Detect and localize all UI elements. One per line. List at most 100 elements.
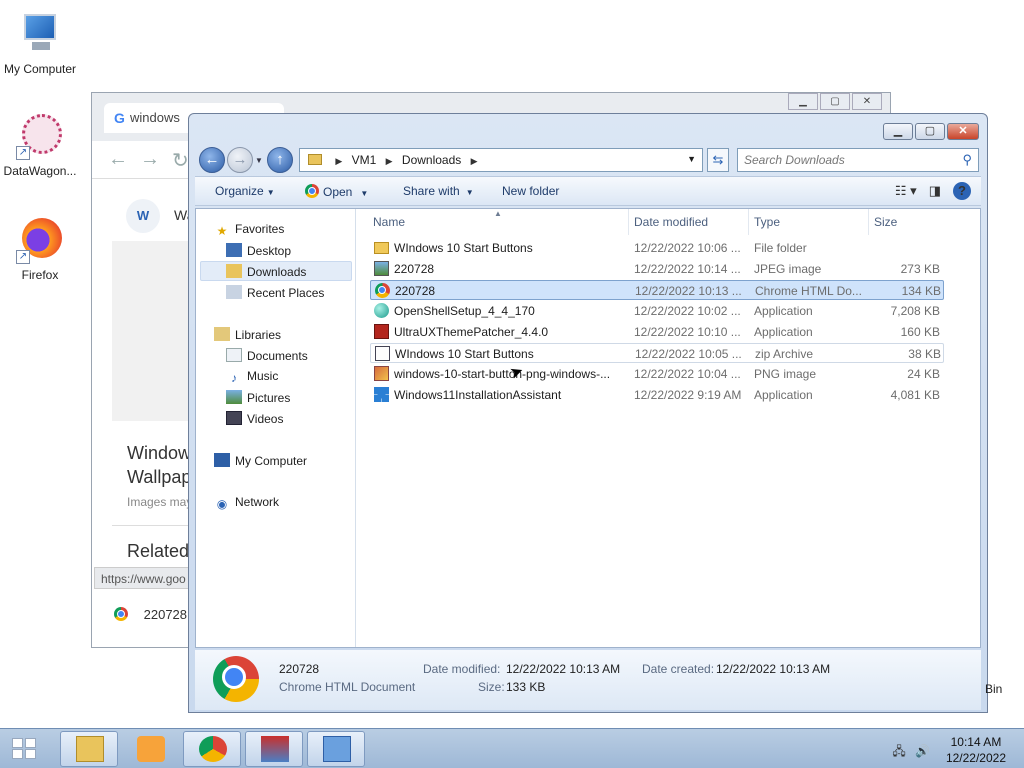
- taskbar-explorer[interactable]: [60, 731, 118, 767]
- nav-label: Libraries: [235, 328, 282, 342]
- start-button[interactable]: [12, 738, 38, 760]
- nav-libraries[interactable]: Libraries: [214, 327, 281, 342]
- column-divider[interactable]: [748, 209, 749, 235]
- chrome-icon: [114, 607, 128, 621]
- file-name: 220728: [395, 284, 436, 298]
- nav-documents[interactable]: Documents: [226, 348, 308, 363]
- command-bar: Organize ▼ Open ▼ Share with ▼ New folder ☷…: [195, 176, 981, 206]
- breadcrumb-separator-icon[interactable]: ▶: [386, 156, 393, 166]
- maximize-button[interactable]: ▢: [915, 123, 945, 140]
- back-arrow-icon[interactable]: ←: [108, 148, 128, 171]
- taskbar-media-player[interactable]: [121, 731, 179, 767]
- window-controls: ▁ ▢ ✕: [883, 123, 979, 140]
- dropdown-arrow-icon: ▼: [266, 188, 275, 197]
- headline-line: Wallpap: [127, 467, 192, 487]
- view-options-icon[interactable]: ☷ ▾: [895, 183, 917, 199]
- file-row[interactable]: UltraUXThemePatcher_4.4.0 12/22/2022 10:1…: [370, 322, 944, 342]
- nav-desktop[interactable]: Desktop: [226, 243, 291, 258]
- details-date-modified: 12/22/2022 10:13 AM: [506, 662, 621, 676]
- address-bar[interactable]: ▶ VM1 ▶ Downloads ▶ ▼: [299, 148, 703, 172]
- clock-time: 10:14 AM: [950, 735, 1002, 749]
- open-button[interactable]: Open ▼: [305, 184, 368, 199]
- volume-icon[interactable]: 🔊: [915, 744, 930, 758]
- up-button[interactable]: ↑: [267, 147, 293, 173]
- reload-icon[interactable]: ↻: [172, 148, 189, 173]
- file-name: Windows11InstallationAssistant: [394, 388, 562, 402]
- back-button[interactable]: ←: [199, 147, 225, 173]
- nav-network[interactable]: ◉ Network: [214, 495, 279, 511]
- column-divider[interactable]: [868, 209, 869, 235]
- minimize-button[interactable]: ▁: [883, 123, 913, 140]
- search-input[interactable]: Search Downloads ⚲: [737, 148, 979, 172]
- share-with-button[interactable]: Share with ▼: [403, 184, 474, 198]
- clock[interactable]: 10:14 AM 12/22/2022: [946, 734, 1006, 766]
- column-header-type[interactable]: Type: [754, 215, 780, 229]
- search-icon[interactable]: ⚲: [962, 152, 972, 168]
- nav-favorites[interactable]: ★ Favorites: [214, 222, 285, 238]
- nav-downloads[interactable]: Downloads: [226, 264, 306, 279]
- breadcrumb-separator-icon[interactable]: ▶: [335, 156, 342, 166]
- taskbar-chrome[interactable]: [183, 731, 241, 767]
- forward-button[interactable]: →: [227, 147, 253, 173]
- minimize-button[interactable]: ▁: [788, 93, 818, 110]
- address-dropdown-icon[interactable]: ▼: [687, 154, 696, 164]
- dropdown-arrow-icon: ▼: [360, 189, 369, 198]
- desktop-icon-my-computer[interactable]: My Computer: [0, 10, 80, 76]
- file-type: zip Archive: [755, 347, 814, 361]
- application-icon: [374, 303, 389, 318]
- help-icon[interactable]: ?: [953, 182, 971, 200]
- desktop-icon-label: DataWagon...: [3, 164, 77, 178]
- column-header-date-modified[interactable]: Date modified: [634, 215, 708, 229]
- forward-arrow-icon[interactable]: →: [140, 148, 160, 171]
- preview-pane-icon[interactable]: ◨: [929, 183, 941, 199]
- maximize-button[interactable]: ▢: [820, 93, 850, 110]
- datawagon-icon: ↗: [16, 112, 64, 160]
- network-icon: ◉: [216, 497, 228, 511]
- file-row[interactable]: OpenShellSetup_4_4_170 12/22/2022 10:02 .…: [370, 301, 944, 321]
- nav-recent-places[interactable]: Recent Places: [226, 285, 324, 300]
- details-size: 133 KB: [506, 680, 546, 694]
- file-row[interactable]: WIndows 10 Start Buttons 12/22/2022 10:06…: [370, 238, 944, 258]
- breadcrumb-vm1[interactable]: VM1: [352, 153, 377, 167]
- network-icon[interactable]: 🖧: [892, 744, 905, 758]
- history-dropdown-icon[interactable]: ▼: [255, 156, 263, 165]
- file-row[interactable]: Windows11InstallationAssistant 12/22/2022…: [370, 385, 944, 405]
- windows-logo-icon: [374, 387, 389, 402]
- column-header-name[interactable]: Name: [373, 215, 405, 229]
- address-row: ← → ▼ ↑ ▶ VM1 ▶ Downloads ▶ ▼ ⇆ Search D…: [189, 144, 987, 176]
- computer-icon: [16, 10, 64, 58]
- file-row[interactable]: windows-10-start-button-png-windows-... 1…: [370, 364, 944, 384]
- explorer-window[interactable]: ▁ ▢ ✕ ← → ▼ ↑ ▶ VM1 ▶ Downloads ▶ ▼ ⇆ Se…: [188, 113, 988, 713]
- taskbar-control-panel[interactable]: [307, 731, 365, 767]
- chrome-icon: [213, 656, 259, 702]
- column-header-size[interactable]: Size: [874, 215, 897, 229]
- desktop-icon-datawagon[interactable]: ↗ DataWagon...: [0, 112, 80, 178]
- column-divider[interactable]: [628, 209, 629, 235]
- details-date-created-label: Date created:: [642, 662, 715, 676]
- new-folder-button[interactable]: New folder: [502, 184, 559, 198]
- close-button[interactable]: ✕: [852, 93, 882, 110]
- breadcrumb-downloads[interactable]: Downloads: [402, 153, 461, 167]
- refresh-button[interactable]: ⇆: [707, 148, 729, 172]
- desktop-icon: [226, 243, 242, 257]
- desktop-icon-firefox[interactable]: ↗ Firefox: [0, 216, 80, 282]
- nav-pictures[interactable]: Pictures: [226, 390, 290, 405]
- organize-button[interactable]: Organize ▼: [215, 184, 275, 198]
- sort-arrow-icon: ▲: [494, 209, 502, 218]
- file-row[interactable]: 220728 12/22/2022 10:14 ... JPEG image 273 …: [370, 259, 944, 279]
- file-row[interactable]: 220728 12/22/2022 10:13 ... Chrome HTML Do…: [370, 280, 944, 300]
- recycle-bin-label[interactable]: Bin: [985, 682, 1002, 696]
- file-row[interactable]: WIndows 10 Start Buttons 12/22/2022 10:05…: [370, 343, 944, 363]
- nav-videos[interactable]: Videos: [226, 411, 283, 426]
- divider: [112, 525, 192, 526]
- file-date: 12/22/2022 10:04 ...: [634, 367, 741, 381]
- nav-label: Network: [235, 495, 280, 509]
- file-name: WIndows 10 Start Buttons: [394, 241, 533, 255]
- breadcrumb-separator-icon[interactable]: ▶: [471, 156, 478, 166]
- nav-music[interactable]: ♪ Music: [226, 369, 278, 385]
- nav-my-computer[interactable]: My Computer: [214, 453, 307, 468]
- browser-tab-title: windows: [130, 110, 180, 125]
- taskbar-app[interactable]: [245, 731, 303, 767]
- close-button[interactable]: ✕: [947, 123, 979, 140]
- download-item[interactable]: 220728.: [114, 607, 191, 622]
